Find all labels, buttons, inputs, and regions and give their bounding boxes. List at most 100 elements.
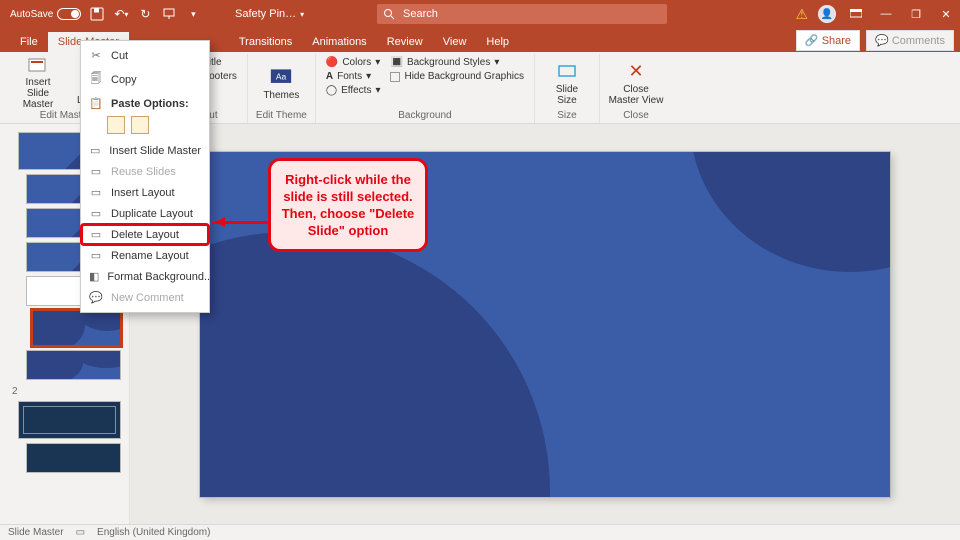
tab-view[interactable]: View xyxy=(433,32,477,52)
insert-layout-icon: ▭ xyxy=(89,186,103,199)
share-area: 🔗 Share 💬 Comments xyxy=(796,30,954,51)
menu-reuse-slides-label: Reuse Slides xyxy=(111,166,176,178)
slide-master-icon xyxy=(27,56,49,75)
menu-insert-layout[interactable]: ▭ Insert Layout xyxy=(81,182,209,203)
menu-cut[interactable]: ✂Cut xyxy=(81,45,209,66)
undo-icon[interactable]: ↶▾ xyxy=(113,6,129,22)
annotation-arrow xyxy=(212,221,270,224)
menu-paste-options-label: Paste Options: xyxy=(111,98,189,110)
tab-file[interactable]: File xyxy=(10,32,48,52)
layout-thumbnail-selected[interactable] xyxy=(32,310,121,346)
menu-paste-options-header: 📋 Paste Options: xyxy=(81,93,209,114)
effects-dropdown[interactable]: ◯Effects ▾ xyxy=(324,84,383,97)
menu-new-comment-label: New Comment xyxy=(111,292,184,304)
svg-text:Aa: Aa xyxy=(276,71,287,81)
status-bar: Slide Master ▭ English (United Kingdom) xyxy=(0,524,960,540)
paste-icon: 📋 xyxy=(89,97,103,110)
ribbon-group-close: ✕ Close Master View Close xyxy=(600,54,672,123)
effects-icon: ◯ xyxy=(326,85,337,96)
tab-help[interactable]: Help xyxy=(476,32,519,52)
fonts-icon: A xyxy=(326,71,333,82)
insert-slide-master-label: Insert Slide Master xyxy=(14,77,62,110)
menu-insert-slide-master[interactable]: ▭Insert Slide Master xyxy=(81,140,209,161)
window-close-icon[interactable]: ✕ xyxy=(936,4,956,24)
ribbon-display-options-icon[interactable] xyxy=(846,4,866,24)
menu-new-comment: 💬New Comment xyxy=(81,287,209,308)
menu-insert-layout-label: Insert Layout xyxy=(111,187,175,199)
menu-insert-slide-master-label: Insert Slide Master xyxy=(109,145,201,157)
paste-option-dest-theme[interactable] xyxy=(107,116,125,134)
share-button-label: Share xyxy=(822,35,851,47)
colors-icon: 🔴 xyxy=(326,57,338,68)
group-label-background: Background xyxy=(398,110,451,123)
ribbon-group-size: Slide Size Size xyxy=(535,54,600,123)
master-thumbnail-2[interactable] xyxy=(18,401,121,439)
checkbox-icon xyxy=(390,72,400,82)
fonts-label: Fonts xyxy=(337,71,362,82)
redo-icon[interactable]: ↻ xyxy=(137,6,153,22)
share-button[interactable]: 🔗 Share xyxy=(796,30,860,51)
reuse-slides-icon: ▭ xyxy=(89,165,103,178)
status-view: Slide Master xyxy=(8,527,64,538)
window-minimize-icon[interactable]: ― xyxy=(876,4,896,24)
cut-icon: ✂ xyxy=(89,49,103,62)
toggle-switch-icon xyxy=(57,8,81,20)
search-input[interactable] xyxy=(401,7,661,21)
delete-icon: ▭ xyxy=(89,228,103,241)
colors-label: Colors xyxy=(342,57,371,68)
search-box[interactable] xyxy=(377,4,667,24)
present-icon[interactable] xyxy=(161,6,177,22)
format-bg-icon: ◧ xyxy=(89,270,99,283)
colors-dropdown[interactable]: 🔴Colors ▾ xyxy=(324,56,383,69)
layout-thumbnail[interactable] xyxy=(26,443,121,473)
slide-canvas-area xyxy=(130,124,960,524)
close-master-view-button[interactable]: ✕ Close Master View xyxy=(608,56,664,110)
window-restore-icon[interactable]: ❐ xyxy=(906,4,926,24)
hide-background-checkbox[interactable]: Hide Background Graphics xyxy=(388,70,526,83)
tab-transitions[interactable]: Transitions xyxy=(229,32,302,52)
menu-format-background[interactable]: ◧Format Background... xyxy=(81,266,209,287)
filename-dropdown-icon: ▾ xyxy=(300,10,304,19)
layout-thumbnail[interactable] xyxy=(26,350,121,380)
menu-delete-layout[interactable]: ▭ Delete Layout xyxy=(81,224,209,245)
background-styles-dropdown[interactable]: 🔳Background Styles ▾ xyxy=(388,56,526,69)
decorative-shape xyxy=(690,152,890,272)
menu-duplicate-layout[interactable]: ▭Duplicate Layout xyxy=(81,203,209,224)
menu-rename-layout[interactable]: ▭ Rename Layout xyxy=(81,245,209,266)
account-avatar[interactable]: 👤 xyxy=(818,5,836,23)
themes-label: Themes xyxy=(263,90,299,101)
menu-copy[interactable]: 🗐Copy xyxy=(81,66,209,93)
ribbon-group-edit-theme: Aa Themes Edit Theme xyxy=(248,54,316,123)
slide-size-label: Slide Size xyxy=(556,84,578,106)
tab-animations[interactable]: Animations xyxy=(302,32,376,52)
copy-icon: 🗐 xyxy=(89,70,103,89)
fonts-dropdown[interactable]: AFonts ▾ xyxy=(324,70,383,83)
comments-button-label: Comments xyxy=(892,35,945,47)
rename-icon: ▭ xyxy=(89,249,103,262)
bgstyles-label: Background Styles xyxy=(407,57,490,68)
slide-size-button[interactable]: Slide Size xyxy=(543,56,591,110)
effects-label: Effects xyxy=(341,85,371,96)
document-title[interactable]: Safety Pin… ▾ xyxy=(235,0,304,28)
annotation-text: Right-click while the slide is still sel… xyxy=(282,172,415,238)
themes-button[interactable]: Aa Themes xyxy=(257,56,305,110)
paste-option-keep-source[interactable] xyxy=(131,116,149,134)
menu-delete-layout-label: Delete Layout xyxy=(111,229,179,241)
paste-options-icons xyxy=(81,114,209,140)
context-menu: ✂Cut 🗐Copy 📋Paste Options: ▭Insert Slide… xyxy=(80,40,210,313)
accessibility-icon[interactable]: ▭ xyxy=(76,527,85,538)
tab-review[interactable]: Review xyxy=(377,32,433,52)
status-language[interactable]: English (United Kingdom) xyxy=(97,527,210,538)
comments-button[interactable]: 💬 Comments xyxy=(866,30,954,51)
insert-slide-master-button[interactable]: Insert Slide Master xyxy=(14,56,62,110)
titlebar-right: ⚠ 👤 ― ❐ ✕ xyxy=(795,0,956,28)
save-icon[interactable] xyxy=(89,6,105,22)
close-icon: ✕ xyxy=(625,60,647,82)
autosave-toggle[interactable]: AutoSave xyxy=(10,8,81,20)
menu-rename-layout-label: Rename Layout xyxy=(111,250,189,262)
qat-more-icon[interactable]: ▾ xyxy=(185,6,201,22)
warning-icon[interactable]: ⚠ xyxy=(795,6,808,23)
autosave-label: AutoSave xyxy=(10,9,53,20)
decorative-shape xyxy=(200,232,550,497)
slide-size-icon xyxy=(556,60,578,82)
